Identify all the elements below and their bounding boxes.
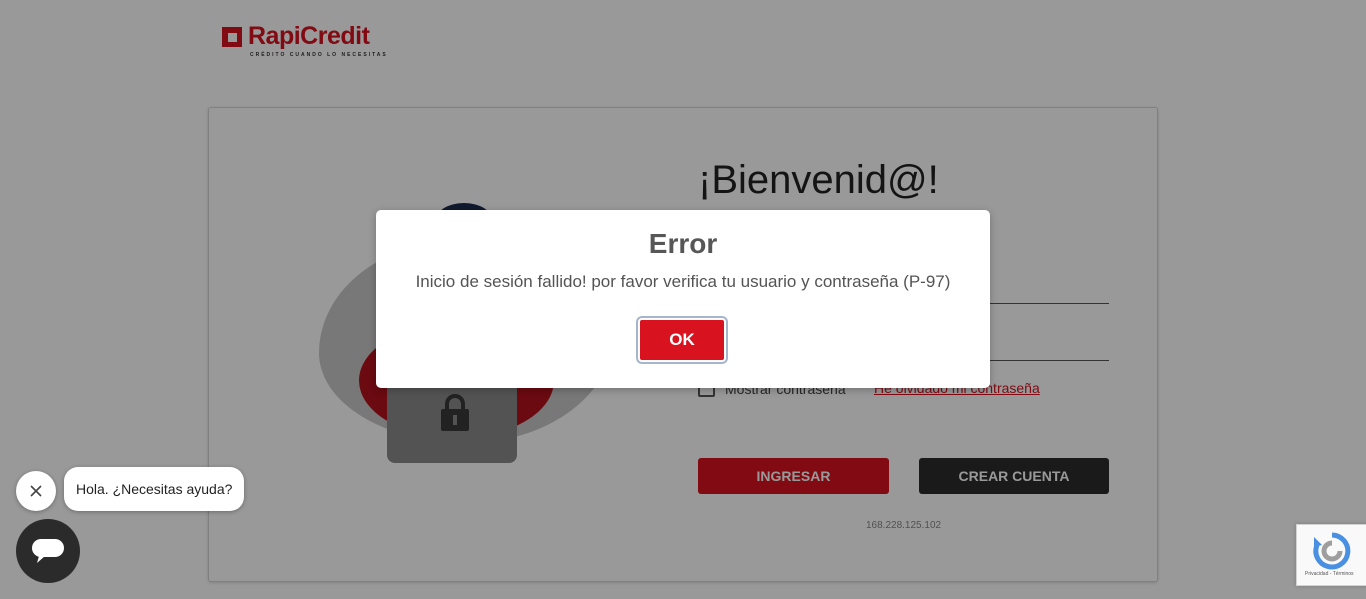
error-dialog: Error Inicio de sesión fallido! por favo… — [376, 210, 990, 388]
close-icon — [30, 485, 42, 497]
recaptcha-icon — [1313, 532, 1351, 570]
login-page: RapiCredit CRÉDITO CUANDO LO NECESITAS ¡… — [0, 0, 1366, 599]
recaptcha-terms-links[interactable]: Privacidad - Términos — [1305, 571, 1354, 577]
recaptcha-badge[interactable]: Privacidad - Términos — [1296, 524, 1366, 586]
chat-close-button[interactable] — [16, 471, 56, 511]
chat-launcher-button[interactable] — [16, 519, 80, 583]
chat-icon — [32, 539, 64, 563]
ok-button[interactable]: OK — [636, 316, 728, 364]
error-dialog-title: Error — [648, 228, 718, 259]
error-dialog-message: Inicio de sesión fallido! por favor veri… — [415, 272, 951, 291]
chat-greeting-bubble[interactable]: Hola. ¿Necesitas ayuda? — [64, 467, 245, 511]
